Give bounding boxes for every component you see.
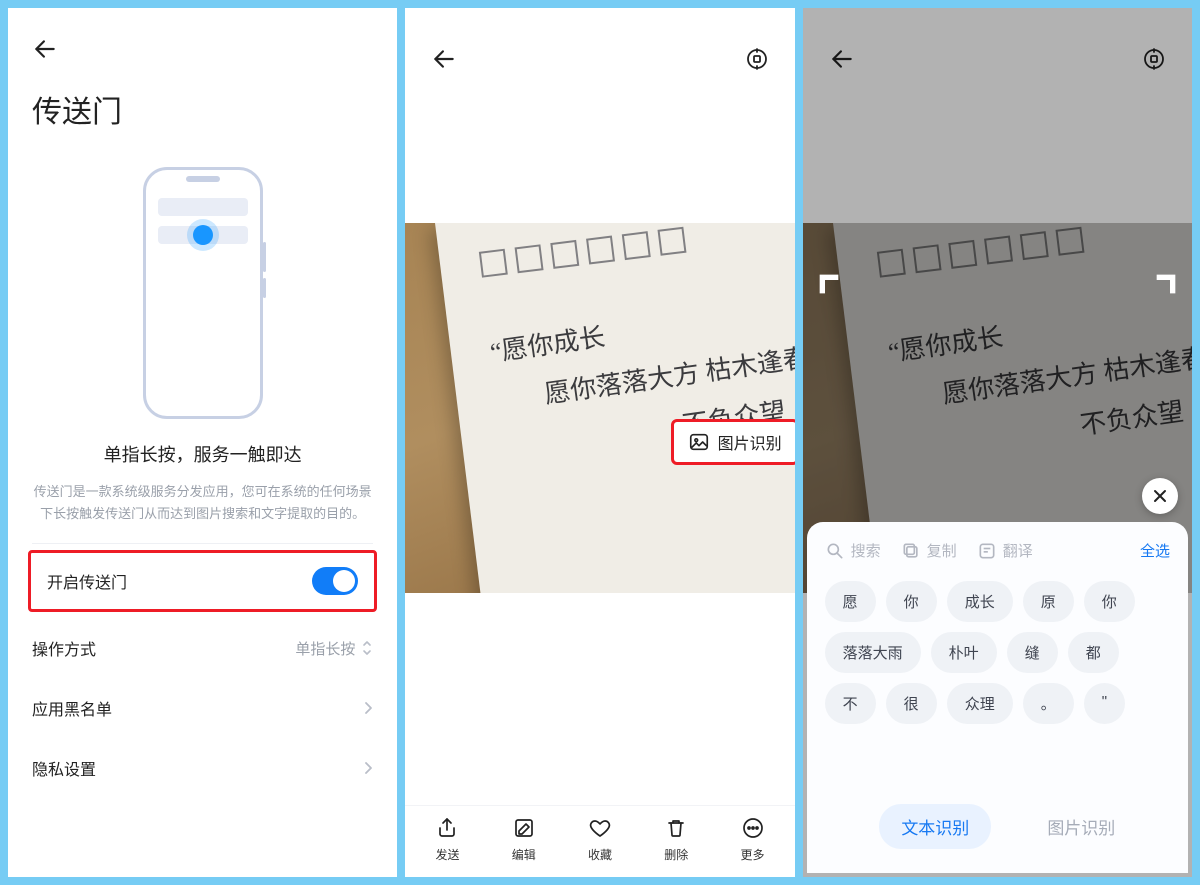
- chevron-right-icon: [363, 761, 373, 775]
- more-icon: [741, 816, 765, 840]
- photo-viewer-screen: “愿你成长 愿你落落大方 枯木逢春 不负众望 图片识别 发送: [405, 8, 794, 877]
- word-chip[interactable]: 愿: [825, 581, 876, 622]
- favorite-button[interactable]: 收藏: [588, 816, 612, 863]
- back-button[interactable]: [8, 8, 397, 67]
- search-icon: [825, 541, 845, 561]
- photo-content[interactable]: “愿你成长 愿你落落大方 枯木逢春 不负众望 图片识别: [405, 223, 794, 593]
- enable-portal-label: 开启传送门: [47, 569, 127, 593]
- edit-icon: [512, 816, 536, 840]
- recognition-panel: 搜索 复制 翻译 全选 愿你成长原你落落大雨朴叶缝都不很众理。" 文本识别 图片…: [807, 522, 1188, 873]
- lens-button[interactable]: [1142, 47, 1166, 76]
- back-button[interactable]: [431, 46, 457, 77]
- copy-action[interactable]: 复制: [901, 540, 957, 561]
- word-chip-list: 愿你成长原你落落大雨朴叶缝都不很众理。": [825, 581, 1170, 724]
- privacy-settings-label: 隐私设置: [32, 756, 96, 780]
- enable-row-highlight: 开启传送门: [28, 550, 377, 612]
- feature-subtitle: 单指长按，服务一触即达: [8, 425, 397, 467]
- word-chip[interactable]: 很: [886, 683, 937, 724]
- word-chip[interactable]: 落落大雨: [825, 632, 921, 673]
- updown-icon: [361, 639, 373, 657]
- text-recognition-screen: “愿你成长 愿你落落大方 枯木逢春 不负众望 搜索 复制: [803, 8, 1192, 877]
- feature-description: 传送门是一款系统级服务分发应用，您可在系统的任何场景下长按触发传送门从而达到图片…: [33, 481, 373, 525]
- image-icon: [688, 431, 710, 453]
- mode-text-recognition[interactable]: 文本识别: [879, 804, 991, 849]
- divider: [32, 543, 373, 544]
- more-button[interactable]: 更多: [741, 816, 765, 863]
- enable-portal-row[interactable]: 开启传送门: [31, 553, 374, 609]
- privacy-settings-row[interactable]: 隐私设置: [8, 738, 397, 798]
- enable-portal-toggle[interactable]: [312, 567, 358, 595]
- mode-image-recognition[interactable]: 图片识别: [1047, 804, 1115, 849]
- search-action[interactable]: 搜索: [825, 540, 881, 561]
- select-all-button[interactable]: 全选: [1140, 540, 1170, 561]
- close-panel-button[interactable]: [1142, 478, 1178, 514]
- edit-button[interactable]: 编辑: [512, 816, 536, 863]
- image-recognition-badge[interactable]: 图片识别: [671, 419, 795, 465]
- app-blacklist-row[interactable]: 应用黑名单: [8, 678, 397, 738]
- word-chip[interactable]: 你: [1084, 581, 1135, 622]
- operation-mode-value: 单指长按: [295, 638, 355, 659]
- word-chip[interactable]: 成长: [947, 581, 1013, 622]
- share-icon: [435, 816, 459, 840]
- delete-button[interactable]: 删除: [664, 816, 688, 863]
- app-blacklist-label: 应用黑名单: [32, 696, 112, 720]
- share-button[interactable]: 发送: [435, 816, 459, 863]
- word-chip[interactable]: 缝: [1007, 632, 1058, 673]
- word-chip[interactable]: 原: [1023, 581, 1074, 622]
- chevron-right-icon: [363, 701, 373, 715]
- image-recognition-label: 图片识别: [718, 430, 782, 454]
- translate-action[interactable]: 翻译: [977, 540, 1033, 561]
- word-chip[interactable]: 你: [886, 581, 937, 622]
- copy-icon: [901, 541, 921, 561]
- word-chip[interactable]: 都: [1068, 632, 1119, 673]
- translate-icon: [977, 541, 997, 561]
- word-chip[interactable]: ": [1084, 683, 1125, 724]
- word-chip[interactable]: 不: [825, 683, 876, 724]
- page-title: 传送门: [8, 67, 397, 155]
- back-button[interactable]: [829, 46, 855, 77]
- word-chip[interactable]: 。: [1023, 683, 1074, 724]
- heart-icon: [588, 816, 612, 840]
- word-chip[interactable]: 众理: [947, 683, 1013, 724]
- operation-mode-row[interactable]: 操作方式 单指长按: [8, 618, 397, 678]
- feature-illustration: [8, 155, 397, 425]
- crop-corner-icon[interactable]: [1146, 272, 1178, 304]
- trash-icon: [664, 816, 688, 840]
- operation-mode-label: 操作方式: [32, 636, 96, 660]
- settings-screen: 传送门 单指长按，服务一触即达 传送门是一款系统级服务分发应用，您可在系统的任何…: [8, 8, 397, 877]
- crop-corner-icon[interactable]: [817, 272, 849, 304]
- lens-button[interactable]: [745, 47, 769, 76]
- word-chip[interactable]: 朴叶: [931, 632, 997, 673]
- photo-toolbar: 发送 编辑 收藏 删除: [405, 805, 794, 877]
